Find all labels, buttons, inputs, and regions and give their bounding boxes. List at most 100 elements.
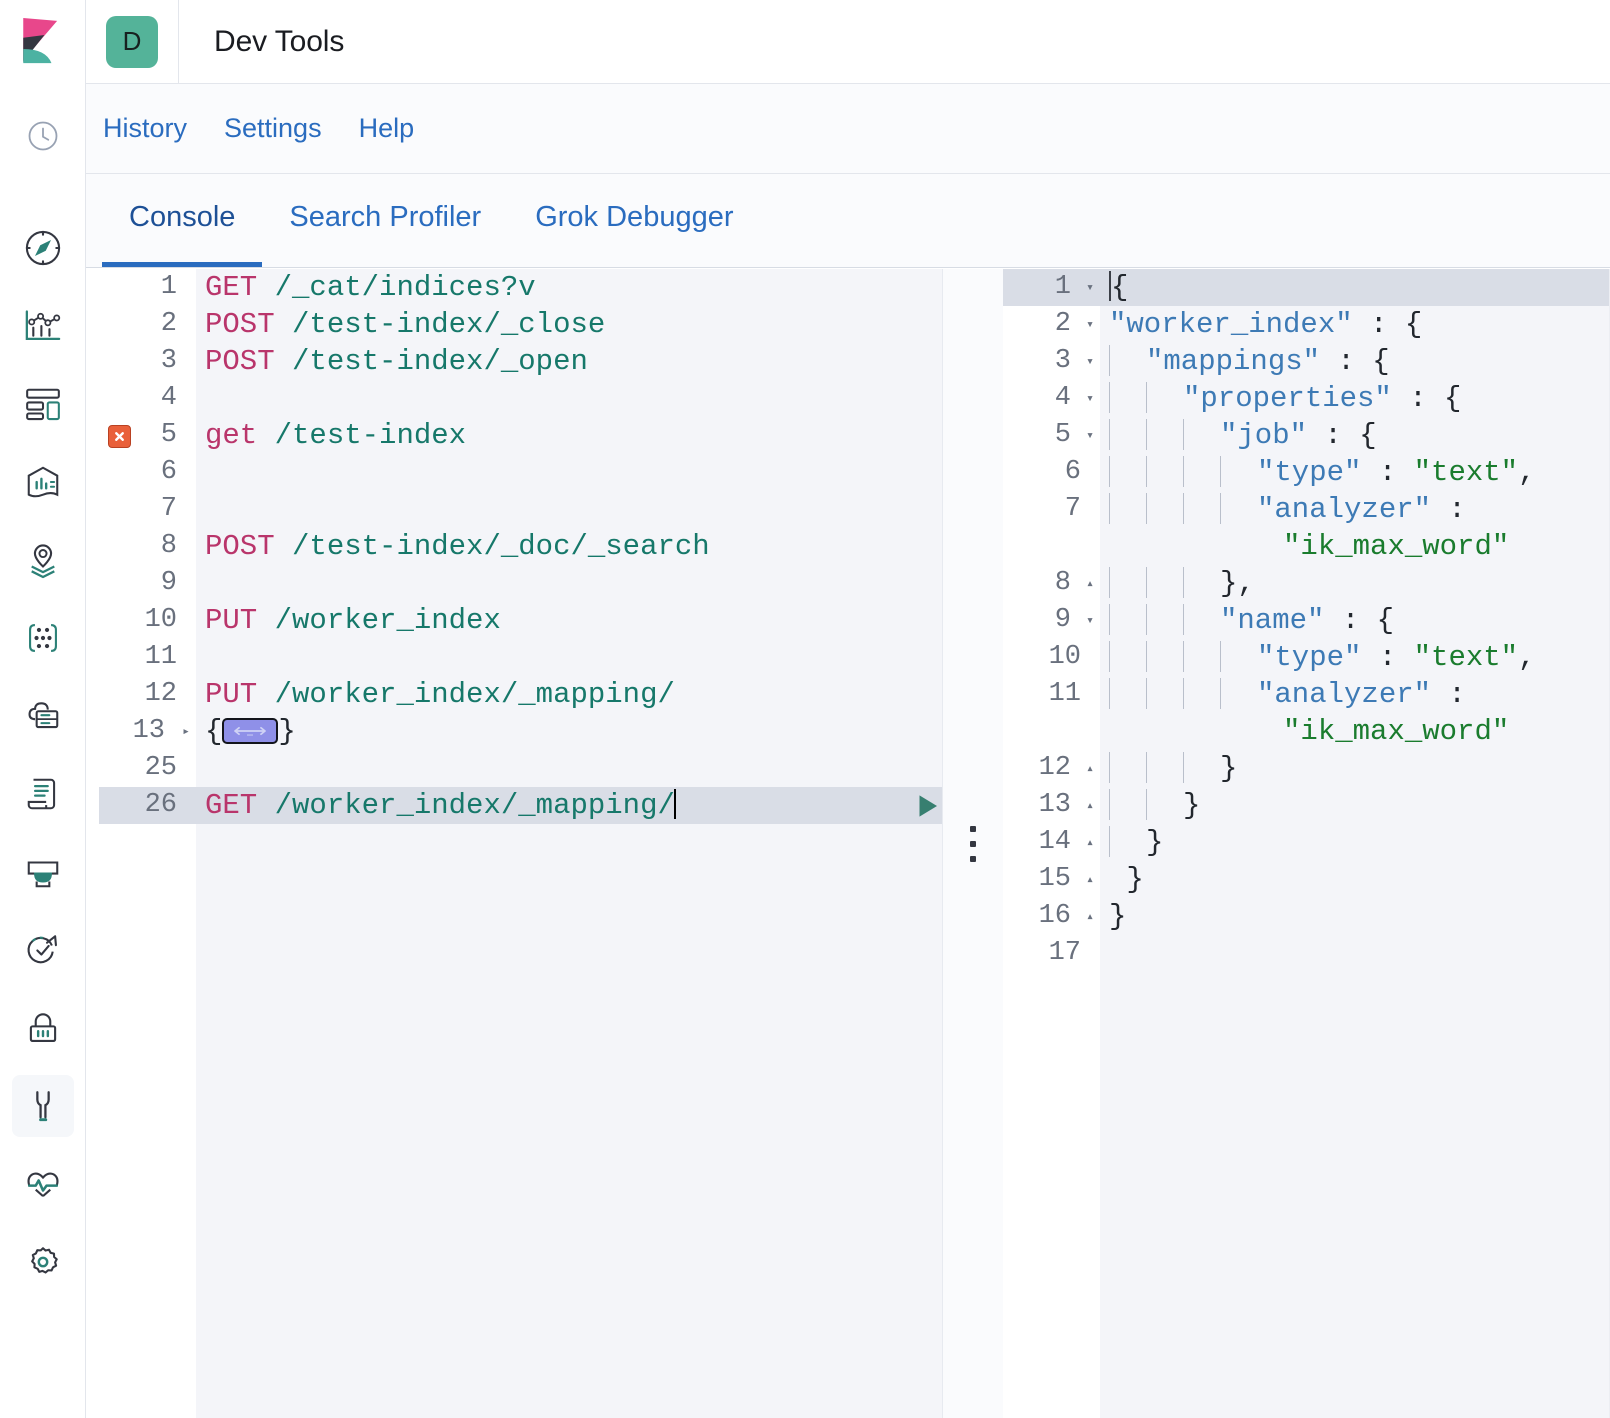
fold-collapse-icon[interactable]: ▾ [1083,343,1097,380]
response-line[interactable]: "mappings" : { [1099,343,1610,380]
response-editor-gutter[interactable]: 1 ▾ 2 ▾ 3 ▾ 4 ▾ 5 ▾ 6 7 8 ▴ 9 ▾ 10 11 12 ▴ 13 ▴ 14 ▴ 15 ▴ 16 ▴ 17 [1003,269,1100,1418]
request-line[interactable]: get /test-index [195,417,942,454]
response-line[interactable]: "properties" : { [1099,380,1610,417]
request-gutter-line[interactable]: 11 [99,639,195,676]
response-line[interactable]: "type" : "text", [1099,454,1610,491]
request-line[interactable] [195,491,942,528]
history-button[interactable]: History [103,113,187,144]
play-triangle-icon[interactable] [910,789,942,823]
sidebar-item-recently-viewed[interactable] [12,105,74,167]
response-gutter-line[interactable] [1003,713,1099,750]
fold-expand-icon[interactable]: ▴ [1083,565,1097,602]
request-gutter-line[interactable]: 3 [99,343,195,380]
request-line[interactable] [195,565,942,602]
pane-splitter[interactable] [942,269,1004,1418]
console-response-editor[interactable]: 1 ▾ 2 ▾ 3 ▾ 4 ▾ 5 ▾ 6 7 8 ▴ 9 ▾ 10 11 12 ▴ 13 ▴ 14 ▴ 15 ▴ 16 ▴ 17 {"… [1003,269,1610,1418]
fold-collapse-icon[interactable]: ▾ [1083,380,1097,417]
request-gutter-line[interactable]: 6 [99,454,195,491]
response-gutter-line[interactable]: 2 ▾ [1003,306,1099,343]
response-line[interactable]: "job" : { [1099,417,1610,454]
fold-expand-icon[interactable]: ▴ [1083,861,1097,898]
request-line[interactable]: POST /test-index/_doc/_search [195,528,942,565]
request-line[interactable] [195,380,942,417]
response-line[interactable]: } [1099,787,1610,824]
response-line[interactable]: { [1003,269,1610,306]
fold-expand-icon[interactable]: ▴ [1083,750,1097,787]
request-line[interactable] [195,639,942,676]
request-gutter-line[interactable]: 7 [99,491,195,528]
request-gutter-line[interactable]: 1 [99,269,195,306]
sidebar-item-visualize[interactable] [12,295,74,357]
request-gutter-line[interactable]: 9 [99,565,195,602]
response-gutter-line[interactable]: 15 ▴ [1003,861,1099,898]
kibana-home-button[interactable] [0,0,86,83]
response-gutter-line[interactable]: 13 ▴ [1003,787,1099,824]
tab-grok-debugger[interactable]: Grok Debugger [508,173,760,267]
request-gutter-line[interactable]: 2 [99,306,195,343]
response-gutter-line[interactable]: 5 ▾ [1003,417,1099,454]
fold-expand-icon[interactable]: ▴ [1083,824,1097,861]
sidebar-item-dev-tools[interactable] [11,1075,74,1137]
fold-expand-icon[interactable]: ▴ [1083,898,1097,935]
response-editor-content[interactable]: {"worker_index" : {"mappings" : {"proper… [1003,269,1610,1418]
fold-collapse-icon[interactable]: ▾ [1083,417,1097,454]
sidebar-item-uptime[interactable] [12,919,74,981]
fold-collapse-icon[interactable]: ▾ [1083,269,1097,306]
tab-console[interactable]: Console [102,173,263,267]
response-line[interactable] [1099,935,1610,972]
response-gutter-line[interactable]: 4 ▾ [1003,380,1099,417]
response-gutter-line[interactable]: 9 ▾ [1003,602,1099,639]
response-line[interactable]: } [1099,750,1610,787]
request-line[interactable]: POST /test-index/_open [195,343,942,380]
request-line[interactable]: {} [195,713,942,750]
response-gutter-line[interactable]: 12 ▴ [1003,750,1099,787]
request-line[interactable]: POST /test-index/_close [195,306,942,343]
request-gutter-line[interactable]: ▸ 13 [99,713,195,750]
response-line[interactable]: } [1099,861,1610,898]
request-gutter-line[interactable]: 4 [99,380,195,417]
tab-search-profiler[interactable]: Search Profiler [262,173,508,267]
response-line[interactable]: } [1099,824,1610,861]
sidebar-item-infrastructure[interactable] [12,685,74,747]
sidebar-item-canvas[interactable] [12,451,74,513]
request-gutter-line[interactable]: 12 [99,676,195,713]
sidebar-item-logs[interactable] [12,763,74,825]
response-line[interactable]: "analyzer" : [1099,676,1610,713]
response-gutter-line[interactable]: 6 [1003,454,1099,491]
fold-toggle-icon[interactable]: ▸ [179,713,193,750]
request-line[interactable]: GET /_cat/indices?v [195,269,942,306]
fold-collapse-icon[interactable]: ▾ [1083,306,1097,343]
request-line[interactable] [195,750,942,787]
space-avatar-button[interactable]: D [86,0,179,83]
response-gutter-line[interactable]: 8 ▴ [1003,565,1099,602]
request-gutter-line[interactable]: 25 [99,750,195,787]
request-line[interactable]: PUT /worker_index/_mapping/ [195,676,942,713]
response-line[interactable]: }, [1099,565,1610,602]
request-line[interactable] [195,454,942,491]
request-line[interactable]: PUT /worker_index [195,602,942,639]
response-gutter-line[interactable] [1003,528,1099,565]
response-gutter-line[interactable]: 17 [1003,935,1099,972]
help-button[interactable]: Help [359,113,415,144]
request-gutter-line[interactable]: 5 [99,417,195,454]
folded-code-widget[interactable] [222,718,279,744]
request-gutter-line[interactable]: 8 [99,528,195,565]
error-marker-icon[interactable] [108,425,131,448]
response-gutter-line[interactable]: 3 ▾ [1003,343,1099,380]
response-gutter-line[interactable]: 7 [1003,491,1099,528]
request-editor-gutter[interactable]: 1 2 3 4 5 6 7 8 9 10 11 12 ▸ 13 25 26 [99,269,196,1418]
response-line[interactable]: "type" : "text", [1099,639,1610,676]
settings-button[interactable]: Settings [224,113,322,144]
sidebar-item-discover[interactable] [12,217,74,279]
request-line[interactable]: GET /worker_index/_mapping/ [99,787,942,824]
response-line[interactable]: "ik_max_word" [1099,713,1610,750]
response-line[interactable]: "worker_index" : { [1099,306,1610,343]
response-line[interactable]: "name" : { [1099,602,1610,639]
response-gutter-line[interactable]: 16 ▴ [1003,898,1099,935]
sidebar-item-machine-learning[interactable] [12,607,74,669]
response-line[interactable]: } [1099,898,1610,935]
request-gutter-line[interactable]: 10 [99,602,195,639]
sidebar-item-management[interactable] [12,1231,74,1293]
sidebar-item-apm[interactable] [12,841,74,903]
response-gutter-line[interactable]: 10 [1003,639,1099,676]
